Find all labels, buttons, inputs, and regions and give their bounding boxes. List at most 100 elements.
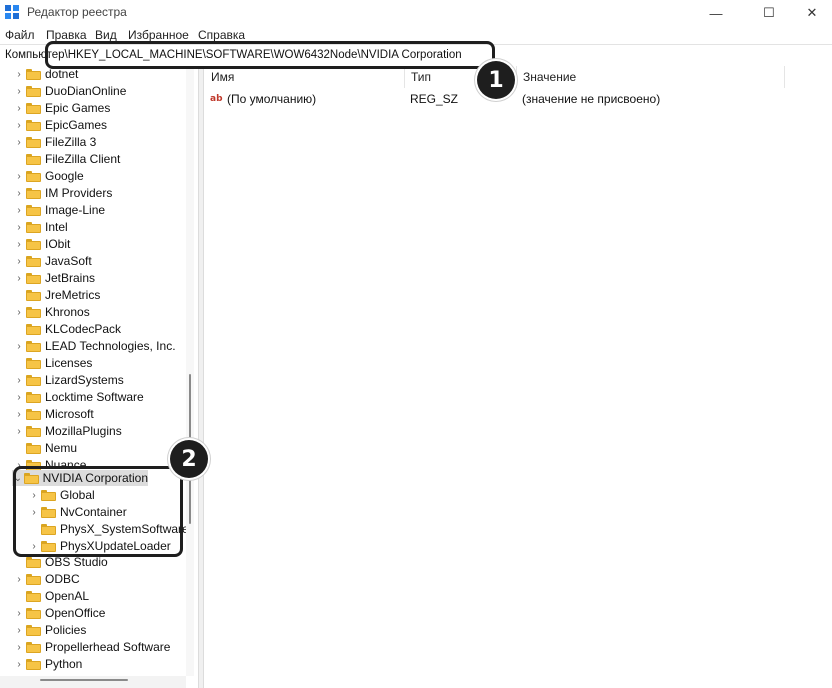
expand-chevron-icon[interactable]: ›: [12, 409, 26, 420]
expand-chevron-icon[interactable]: ›: [12, 642, 26, 653]
minimize-button[interactable]: —: [693, 0, 739, 26]
string-value-icon-glyph: ab: [210, 94, 223, 104]
expand-chevron-icon[interactable]: ›: [12, 256, 26, 267]
tree-item-policies[interactable]: › Policies: [12, 622, 86, 638]
expand-chevron-icon[interactable]: ›: [12, 625, 26, 636]
maximize-button[interactable]: ☐: [746, 0, 792, 26]
expand-chevron-icon[interactable]: ›: [12, 137, 26, 148]
value-row-data: (значение не присвоено): [522, 92, 661, 106]
menu-help[interactable]: Справка: [198, 28, 245, 42]
column-header-name[interactable]: Имя: [205, 66, 405, 88]
tree-item-klcodecpack[interactable]: KLCodecPack: [12, 321, 121, 337]
tree-item-intel[interactable]: › Intel: [12, 219, 67, 235]
expand-chevron-icon[interactable]: ›: [12, 273, 26, 284]
tree-item-jremetrics[interactable]: JreMetrics: [12, 287, 100, 303]
tree-item-label: Khronos: [45, 305, 90, 319]
tree-item-mozillaplugins[interactable]: › MozillaPlugins: [12, 423, 121, 439]
annotation-box-nvidia-key: [13, 466, 183, 557]
expand-chevron-icon[interactable]: ›: [12, 608, 26, 619]
tree-item-khronos[interactable]: › Khronos: [12, 304, 90, 320]
tree-item-im-providers[interactable]: › IM Providers: [12, 185, 112, 201]
folder-icon: [26, 187, 41, 199]
tree-item-filezilla-3[interactable]: › FileZilla 3: [12, 134, 96, 150]
menu-file[interactable]: Файл: [5, 28, 35, 42]
tree-item-label: IM Providers: [45, 186, 113, 200]
tree-horizontal-scrollbar[interactable]: [0, 676, 186, 688]
tree-item-label: Nemu: [45, 441, 78, 455]
expand-chevron-icon[interactable]: ›: [12, 659, 26, 670]
tree-item-label: EpicGames: [45, 118, 108, 132]
expand-chevron-icon[interactable]: ›: [12, 426, 26, 437]
folder-icon: [26, 357, 41, 369]
tree-item-filezilla-client[interactable]: FileZilla Client: [12, 151, 120, 167]
expand-chevron-icon[interactable]: ›: [12, 392, 26, 403]
tree-item-nemu[interactable]: Nemu: [12, 440, 77, 456]
tree-vertical-scrollbar[interactable]: [186, 66, 194, 676]
expand-chevron-icon[interactable]: ›: [12, 222, 26, 233]
tree-item-odbc[interactable]: › ODBC: [12, 571, 80, 587]
minimize-icon: —: [709, 5, 723, 21]
folder-icon: [26, 221, 41, 233]
expand-chevron-icon[interactable]: ›: [12, 69, 26, 80]
folder-icon: [26, 641, 41, 653]
tree-item-label: Propellerhead Software: [45, 640, 171, 654]
tree-item-microsoft[interactable]: › Microsoft: [12, 406, 94, 422]
tree-item-iobit[interactable]: › IObit: [12, 236, 70, 252]
folder-icon: [26, 136, 41, 148]
tree-item-duodianonline[interactable]: › DuoDianOnline: [12, 83, 126, 99]
folder-icon: [26, 573, 41, 585]
tree-item-label: dotnet: [45, 67, 79, 81]
expand-chevron-icon[interactable]: ›: [12, 103, 26, 114]
tree-item-epic-games[interactable]: › Epic Games: [12, 100, 110, 116]
window-title: Редактор реестра: [27, 5, 127, 19]
menu-view[interactable]: Вид: [95, 28, 117, 42]
tree-item-label: ODBC: [45, 572, 80, 586]
folder-icon: [26, 204, 41, 216]
value-row-name[interactable]: ab (По умолчанию): [210, 90, 316, 108]
tree-item-label: Microsoft: [45, 407, 94, 421]
expand-chevron-icon[interactable]: ›: [12, 239, 26, 250]
tree-item-label: Image-Line: [45, 203, 106, 217]
tree-item-licenses[interactable]: Licenses: [12, 355, 92, 371]
folder-icon: [26, 391, 41, 403]
registry-tree[interactable]: › dotnet › DuoDianOnline › Epic Games › Epic…: [0, 66, 198, 688]
tree-item-image-line[interactable]: › Image-Line: [12, 202, 105, 218]
tree-item-javasoft[interactable]: › JavaSoft: [12, 253, 91, 269]
values-list[interactable]: Имя Тип Значение ab (По умолчанию) REG_SZ…: [205, 66, 832, 688]
tree-item-propellerhead-software[interactable]: › Propellerhead Software: [12, 639, 170, 655]
tree-horizontal-scroll-thumb[interactable]: [40, 679, 128, 681]
expand-chevron-icon[interactable]: ›: [12, 574, 26, 585]
tree-item-label: LizardSystems: [45, 373, 124, 387]
tree-item-google[interactable]: › Google: [12, 168, 83, 184]
expand-chevron-icon[interactable]: ›: [12, 307, 26, 318]
tree-item-label: LEAD Technologies, Inc.: [45, 339, 176, 353]
tree-item-epicgames[interactable]: › EpicGames: [12, 117, 107, 133]
expand-chevron-icon[interactable]: ›: [12, 171, 26, 182]
expand-chevron-icon[interactable]: ›: [12, 188, 26, 199]
menu-edit[interactable]: Правка: [46, 28, 87, 42]
value-row-type: REG_SZ: [410, 92, 459, 106]
folder-icon: [26, 374, 41, 386]
tree-item-label: KLCodecPack: [45, 322, 122, 336]
expand-chevron-icon[interactable]: ›: [12, 375, 26, 386]
menu-favorites[interactable]: Избранное: [128, 28, 189, 42]
tree-item-locktime-software[interactable]: › Locktime Software: [12, 389, 143, 405]
expand-chevron-icon[interactable]: ›: [12, 120, 26, 131]
pane-splitter[interactable]: [198, 66, 204, 688]
expand-chevron-icon[interactable]: ›: [12, 205, 26, 216]
folder-icon: [26, 238, 41, 250]
close-button[interactable]: ✕: [789, 0, 832, 26]
tree-item-openal[interactable]: OpenAL: [12, 588, 89, 604]
tree-item-lead-technologies[interactable]: › LEAD Technologies, Inc.: [12, 338, 176, 354]
annotation-badge-1: 1: [477, 61, 515, 99]
tree-item-jetbrains[interactable]: › JetBrains: [12, 270, 95, 286]
expand-chevron-icon[interactable]: ›: [12, 86, 26, 97]
folder-icon: [26, 624, 41, 636]
expand-chevron-icon[interactable]: ›: [12, 341, 26, 352]
string-value-icon: ab: [210, 93, 224, 105]
tree-item-python[interactable]: › Python: [12, 656, 82, 672]
tree-item-lizardsystems[interactable]: › LizardSystems: [12, 372, 124, 388]
tree-item-openoffice[interactable]: › OpenOffice: [12, 605, 105, 621]
tree-item-label: JetBrains: [45, 271, 96, 285]
column-header-value[interactable]: Значение: [517, 66, 785, 88]
